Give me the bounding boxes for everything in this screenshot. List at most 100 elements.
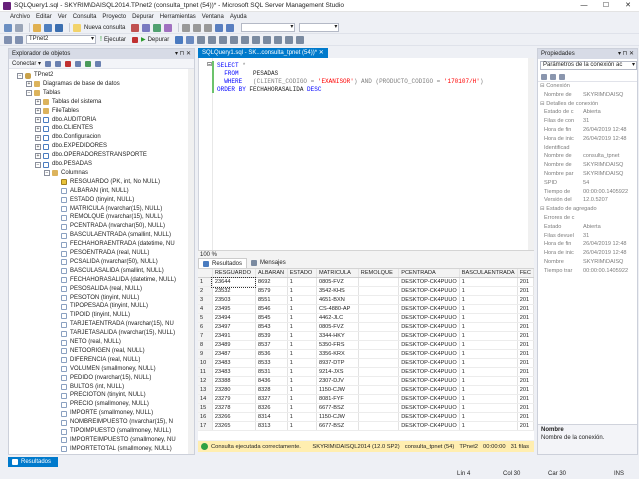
paste-icon[interactable] xyxy=(204,23,213,32)
collapse-icon[interactable]: − xyxy=(26,90,32,97)
table-cell[interactable] xyxy=(358,412,400,423)
client-stats-icon[interactable] xyxy=(219,35,228,44)
table-cell[interactable]: 1150-CJW xyxy=(316,385,359,396)
table-cell[interactable] xyxy=(358,313,400,324)
alphabetical-icon[interactable] xyxy=(550,73,556,80)
table-cell[interactable]: 0805-FVZ xyxy=(316,277,359,288)
properties-object-selector[interactable]: Parámetros de la conexión ac xyxy=(540,61,637,70)
tab-mensajes[interactable]: Mensajes xyxy=(247,258,290,268)
table-cell[interactable] xyxy=(358,376,400,387)
tree-node[interactable]: VOLUMEN (smallmoney, NULL) xyxy=(53,365,156,374)
indent-icon[interactable] xyxy=(296,35,305,44)
results-file-icon[interactable] xyxy=(252,35,261,44)
table-cell[interactable]: 23495 xyxy=(212,304,256,315)
connect-icon[interactable] xyxy=(4,35,12,44)
table-cell[interactable]: 1 xyxy=(459,412,518,423)
tree-node[interactable]: IMPORTETOTAL (smallmoney, NULL) xyxy=(53,445,172,454)
table-row[interactable]: 11 23483 8531 1 9214-JXS DESKTOP-CK4PUUO 1 201 xyxy=(198,367,534,378)
table-cell[interactable]: 1 xyxy=(287,331,317,342)
properties-controls[interactable]: ▾ ⊓ ✕ xyxy=(618,49,637,59)
tree-node[interactable]: PESOENTRADA (real, NULL) xyxy=(53,249,149,258)
row-number-header[interactable] xyxy=(198,269,213,279)
table-cell[interactable] xyxy=(358,340,400,351)
menu-depurar[interactable]: Depurar xyxy=(132,14,154,20)
table-cell[interactable]: DESKTOP-CK4PUUO xyxy=(398,367,460,378)
table-cell[interactable]: 23483 xyxy=(212,367,256,378)
property-row[interactable]: Filas de con 31 xyxy=(538,117,637,126)
parse-icon[interactable] xyxy=(175,35,184,44)
collapse-icon[interactable]: − xyxy=(35,161,41,168)
menu-ver[interactable]: Ver xyxy=(58,14,67,20)
table-cell[interactable]: 23388 xyxy=(212,376,256,387)
tree-node[interactable]: + dbo.AUDITORIA xyxy=(35,116,96,125)
table-cell[interactable]: 1 xyxy=(459,376,518,387)
column-header[interactable]: RESGUARDO xyxy=(212,269,256,279)
table-row[interactable]: 1 23644 8692 1 0805-FVZ DESKTOP-CK4PUUO 1 201 xyxy=(198,276,534,288)
table-cell[interactable]: 8543 xyxy=(255,322,288,333)
table-cell[interactable]: DESKTOP-CK4PUUO xyxy=(398,277,460,288)
table-cell[interactable]: 23644 xyxy=(211,276,257,288)
tree-node[interactable]: BASCULAENTRADA (smallint, NULL) xyxy=(53,231,171,240)
table-cell[interactable]: 4462-JLC xyxy=(316,313,359,324)
row-number[interactable]: 5 xyxy=(198,313,213,324)
row-number[interactable]: 3 xyxy=(198,295,213,306)
table-cell[interactable]: 0805-FVZ xyxy=(316,322,359,333)
column-header[interactable]: REMOLQUE xyxy=(358,269,400,279)
query-designer-icon[interactable] xyxy=(197,35,206,44)
tree-node[interactable]: PESOSALIDA (real, NULL) xyxy=(53,285,142,294)
property-row[interactable]: Nombre de consulta_tpnet xyxy=(538,152,637,161)
table-row[interactable]: 12 23388 8436 1 2307-DJV DESKTOP-CK4PUUO 1 201 xyxy=(198,376,534,387)
xmla-query-icon[interactable] xyxy=(164,23,173,32)
table-cell[interactable]: 8579 xyxy=(255,286,288,297)
table-cell[interactable]: 1 xyxy=(287,304,317,315)
solution-config-dropdown[interactable] xyxy=(241,23,296,32)
table-row[interactable]: 8 23489 8537 1 5350-FRS DESKTOP-CK4PUUO 1 201 xyxy=(198,340,534,351)
dmx-query-icon[interactable] xyxy=(153,23,162,32)
back-icon[interactable] xyxy=(4,23,12,32)
tree-node[interactable]: + Diagramas de base de datos xyxy=(26,80,120,89)
table-cell[interactable]: DESKTOP-CK4PUUO xyxy=(398,394,460,405)
table-cell[interactable]: 8539 xyxy=(255,331,288,342)
table-cell[interactable]: 1 xyxy=(287,358,317,369)
table-cell[interactable] xyxy=(358,358,400,369)
property-row[interactable]: Tiempo trar 00:00:00.1405922 xyxy=(538,267,637,276)
table-cell[interactable]: 8328 xyxy=(255,385,288,396)
table-cell[interactable]: 201 xyxy=(517,340,534,351)
tab-resultados[interactable]: Resultados xyxy=(198,258,248,268)
row-number[interactable]: 8 xyxy=(198,340,213,351)
table-cell[interactable]: 8314 xyxy=(255,412,288,423)
table-cell[interactable]: 201 xyxy=(517,376,534,387)
table-cell[interactable]: 8327 xyxy=(255,394,288,405)
new-query-button[interactable]: Nueva consulta xyxy=(73,23,125,32)
categorized-icon[interactable] xyxy=(541,73,547,80)
table-cell[interactable]: 23266 xyxy=(212,412,256,423)
table-cell[interactable]: 2307-DJV xyxy=(316,376,359,387)
table-cell[interactable]: 8436 xyxy=(255,376,288,387)
find-dropdown[interactable] xyxy=(299,23,340,32)
table-cell[interactable] xyxy=(358,331,400,342)
table-cell[interactable]: 23265 xyxy=(212,421,256,432)
tree-node[interactable]: TIPOIMPUESTO (smallmoney, NULL) xyxy=(53,427,171,436)
results-text-icon[interactable] xyxy=(230,35,239,44)
table-cell[interactable]: 1 xyxy=(287,322,317,333)
table-cell[interactable]: 201 xyxy=(517,331,534,342)
connect-dropdown[interactable]: Conectar ▾ xyxy=(12,60,41,67)
table-cell[interactable]: 23494 xyxy=(212,313,256,324)
property-row[interactable]: Errores de c xyxy=(538,214,637,223)
property-row[interactable]: Identificad xyxy=(538,144,637,153)
table-cell[interactable]: 201 xyxy=(517,313,534,324)
table-cell[interactable]: 3344-HKY xyxy=(316,331,359,342)
activity-monitor-icon[interactable] xyxy=(95,60,102,67)
property-row[interactable]: Estado Abierta xyxy=(538,223,637,232)
table-cell[interactable] xyxy=(358,421,400,432)
property-category[interactable]: ⊟ Detalles de conexión xyxy=(538,100,637,109)
property-row[interactable]: Tiempo de 00:00:00.1405922 xyxy=(538,188,637,197)
results-grid-icon[interactable] xyxy=(241,35,250,44)
property-row[interactable]: Nombre de SKYRIM\DAISQ xyxy=(538,161,637,170)
table-cell[interactable]: 1 xyxy=(287,295,317,306)
column-header[interactable]: BASCULAENTRADA xyxy=(459,269,518,279)
table-cell[interactable]: 3356-KRX xyxy=(316,349,359,360)
table-cell[interactable]: 201 xyxy=(517,277,534,288)
table-cell[interactable]: 1 xyxy=(287,286,317,297)
disconnect-icon[interactable] xyxy=(55,60,62,67)
